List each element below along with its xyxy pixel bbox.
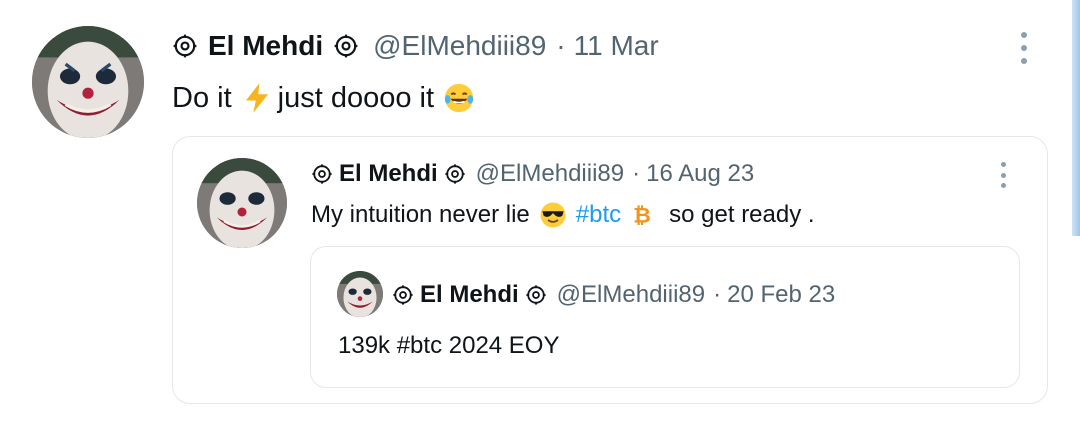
separator-dot: · [713,281,722,308]
bitcoin-icon: ₿ [633,204,651,228]
separator-dot: · [632,160,641,187]
avatar[interactable] [32,26,144,138]
tweet-date[interactable]: 20 Feb 23 [727,281,835,309]
tweet-header: El Mehdi @ElMehdiii89 · 11 Mar [172,28,659,64]
nested-tweet-text: 139k #btc 2024 EOY [338,332,560,359]
tweet-text-part1: Do it [172,81,232,114]
quoted-tweet-text: My intuition never lie #btc ₿ so get rea… [311,198,815,232]
author-handle[interactable]: @ElMehdiii89 [557,281,705,309]
hashtag-link[interactable]: #btc [576,201,621,229]
avatar[interactable] [197,158,287,248]
gear-badge-icon [393,285,413,305]
sunglasses-emoji [540,202,566,228]
author-handle[interactable]: @ElMehdiii89 [373,30,546,62]
svg-text:₿: ₿ [633,204,651,228]
quote-text-part2: so get ready . [669,201,815,228]
avatar[interactable] [337,271,383,317]
more-options-icon[interactable] [1018,32,1030,64]
quoted-tweet-header: El Mehdi @ElMehdiii89 · 16 Aug 23 [311,158,754,190]
tweet-date[interactable]: 11 Mar [574,30,659,62]
separator-dot: · [556,30,566,61]
author-name[interactable]: El Mehdi [208,30,323,62]
tweet-text-part2: just doooo it [277,81,435,114]
author-handle[interactable]: @ElMehdiii89 [476,160,624,188]
lightning-emoji [245,83,268,113]
nested-tweet-header: El Mehdi @ElMehdiii89 · 20 Feb 23 [392,279,835,311]
author-name[interactable]: El Mehdi [339,160,438,188]
tweet-date[interactable]: 16 Aug 23 [646,160,754,188]
quote-text-part1: My intuition never lie [311,201,530,228]
more-options-icon[interactable] [998,162,1008,188]
tears-of-joy-emoji [444,83,474,113]
gear-badge-icon [173,34,197,58]
gear-badge-icon [312,164,332,184]
gear-badge-icon [445,164,465,184]
gear-badge-icon [526,285,546,305]
gear-badge-icon [334,34,358,58]
tweet-text: Do it just doooo it [172,78,476,118]
scrollbar-edge[interactable] [1072,0,1080,236]
author-name[interactable]: El Mehdi [420,281,519,309]
nested-quoted-tweet-card[interactable] [310,246,1020,388]
